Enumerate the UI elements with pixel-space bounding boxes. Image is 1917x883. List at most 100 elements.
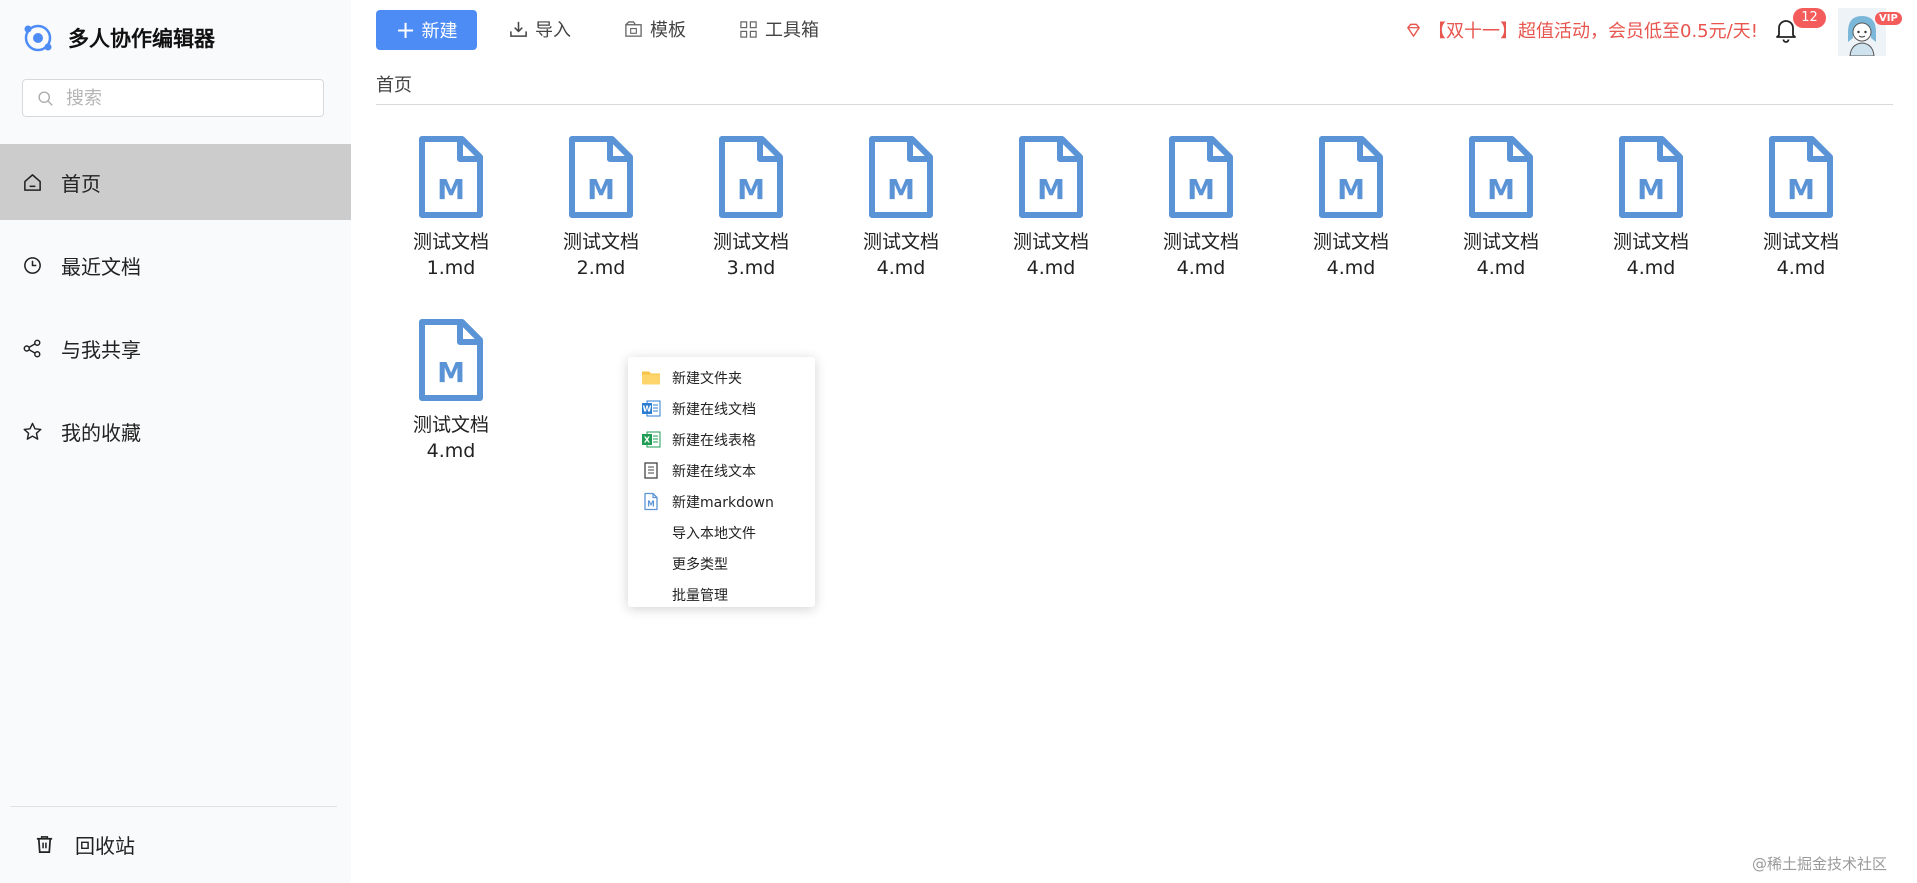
file-name-line1: 测试文档	[412, 231, 489, 253]
file-name: 测试文档 2.md	[546, 229, 656, 281]
file-name-line2: 3.md	[726, 257, 776, 279]
sidebar-item-label: 首页	[61, 171, 101, 196]
star-icon	[23, 422, 42, 440]
menu-item-new-text[interactable]: 新建在线文本	[628, 455, 815, 486]
markdown-file-icon: M	[419, 136, 483, 218]
sidebar-divider	[10, 806, 337, 807]
svg-text:M: M	[1187, 173, 1215, 206]
grid-icon	[740, 20, 757, 38]
menu-item-label: 导入本地文件	[672, 525, 756, 542]
file-name: 测试文档 4.md	[1296, 229, 1406, 281]
file-name: 测试文档 4.md	[846, 229, 956, 281]
menu-item-label: 新建在线表格	[672, 432, 756, 449]
file-item[interactable]: M 测试文档 4.md	[1746, 136, 1856, 281]
menu-item-new-markdown[interactable]: M 新建markdown	[628, 486, 815, 517]
menu-item-label: 批量管理	[672, 587, 728, 604]
menu-item-import-local[interactable]: 导入本地文件	[628, 517, 815, 548]
file-item[interactable]: M 测试文档 4.md	[1446, 136, 1556, 281]
search-box[interactable]	[22, 79, 324, 117]
menu-item-new-folder[interactable]: 新建文件夹	[628, 362, 815, 393]
promo-text: 【双十一】超值活动，会员低至0.5元/天!	[1428, 21, 1758, 42]
promo-banner[interactable]: 【双十一】超值活动，会员低至0.5元/天!	[1405, 17, 1758, 43]
file-item[interactable]: M 测试文档 4.md	[1596, 136, 1706, 281]
menu-item-label: 新建在线文档	[672, 401, 756, 418]
plus-icon: +	[395, 16, 416, 44]
sidebar-item-shared[interactable]: 与我共享	[0, 310, 351, 386]
svg-text:M: M	[1337, 173, 1365, 206]
new-button[interactable]: + 新建	[376, 10, 477, 50]
file-item[interactable]: M 测试文档 2.md	[546, 136, 656, 281]
file-name-line1: 测试文档	[712, 231, 789, 253]
menu-item-new-sheet[interactable]: X 新建在线表格	[628, 424, 815, 455]
file-name-line2: 4.md	[1026, 257, 1076, 279]
svg-text:W: W	[643, 405, 652, 414]
excel-icon: X	[642, 431, 661, 448]
sidebar-item-home[interactable]: 首页	[0, 144, 351, 220]
file-name: 测试文档 1.md	[396, 229, 506, 281]
file-name-line2: 4.md	[876, 257, 926, 279]
header-divider	[376, 104, 1893, 105]
template-button[interactable]: 模板	[624, 16, 686, 42]
markdown-file-icon: M	[1319, 136, 1383, 218]
download-icon	[510, 21, 527, 37]
file-name: 测试文档 3.md	[696, 229, 806, 281]
file-name-line2: 4.md	[426, 440, 476, 462]
sidebar-item-label: 与我共享	[61, 337, 141, 362]
file-name-line2: 4.md	[1476, 257, 1526, 279]
menu-item-new-doc[interactable]: W 新建在线文档	[628, 393, 815, 424]
app-logo[interactable]: 多人协作编辑器	[22, 22, 215, 54]
toolbox-button[interactable]: 工具箱	[739, 16, 819, 42]
svg-text:M: M	[737, 173, 765, 206]
file-item[interactable]: M 测试文档 4.md	[396, 319, 506, 464]
markdown-file-icon: M	[1619, 136, 1683, 218]
svg-text:M: M	[887, 173, 915, 206]
sidebar: 多人协作编辑器 首页 最近文档 与我共享	[0, 0, 351, 883]
import-label: 导入	[535, 20, 571, 41]
svg-text:X: X	[644, 436, 651, 445]
template-icon	[625, 20, 642, 37]
file-name: 测试文档 4.md	[396, 412, 506, 464]
breadcrumb[interactable]: 首页	[376, 71, 412, 97]
file-name-line1: 测试文档	[1762, 231, 1839, 253]
file-name-line2: 1.md	[426, 257, 476, 279]
file-item[interactable]: M 测试文档 4.md	[1296, 136, 1406, 281]
file-item[interactable]: M 测试文档 1.md	[396, 136, 506, 281]
sidebar-item-trash[interactable]: 回收站	[34, 830, 135, 859]
markdown-file-icon: M	[419, 319, 483, 401]
markdown-icon: M	[644, 492, 658, 511]
import-button[interactable]: 导入	[509, 16, 571, 42]
new-button-label: 新建	[421, 21, 458, 42]
share-icon	[23, 339, 41, 357]
markdown-file-icon: M	[569, 136, 633, 218]
file-name: 测试文档 4.md	[1446, 229, 1556, 281]
svg-text:M: M	[587, 173, 615, 206]
vip-badge: VIP	[1875, 12, 1902, 25]
file-name: 测试文档 4.md	[1146, 229, 1256, 281]
file-name-line2: 2.md	[576, 257, 626, 279]
sidebar-item-label: 最近文档	[61, 254, 141, 279]
file-name-line1: 测试文档	[1312, 231, 1389, 253]
svg-text:M: M	[437, 173, 465, 206]
diamond-icon	[1407, 23, 1420, 37]
trash-label: 回收站	[75, 834, 135, 858]
file-item[interactable]: M 测试文档 3.md	[696, 136, 806, 281]
file-item[interactable]: M 测试文档 4.md	[846, 136, 956, 281]
sidebar-item-favorites[interactable]: 我的收藏	[0, 393, 351, 469]
clock-icon	[24, 256, 41, 274]
menu-item-more-types[interactable]: 更多类型	[628, 548, 815, 579]
search-input[interactable]	[64, 86, 308, 110]
text-file-icon	[644, 462, 658, 479]
word-icon: W	[642, 400, 661, 417]
markdown-file-icon: M	[1019, 136, 1083, 218]
svg-text:M: M	[1637, 173, 1665, 206]
template-label: 模板	[650, 20, 686, 41]
menu-item-batch-manage[interactable]: 批量管理	[628, 579, 815, 610]
markdown-file-icon: M	[869, 136, 933, 218]
file-item[interactable]: M 测试文档 4.md	[1146, 136, 1256, 281]
watermark: @稀土掘金技术社区	[1752, 855, 1888, 873]
file-item[interactable]: M 测试文档 4.md	[996, 136, 1106, 281]
sidebar-item-recent[interactable]: 最近文档	[0, 227, 351, 303]
svg-text:M: M	[1037, 173, 1065, 206]
markdown-file-icon: M	[719, 136, 783, 218]
file-name: 测试文档 4.md	[1596, 229, 1706, 281]
